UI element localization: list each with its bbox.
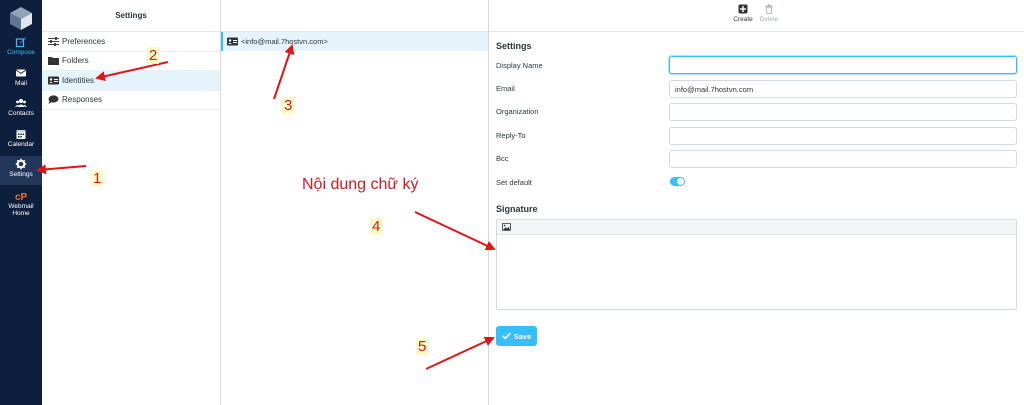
nav-webmail-label: Webmail xyxy=(8,203,34,210)
plus-square-icon xyxy=(738,4,748,14)
nav-settings-label: Settings xyxy=(9,171,33,178)
nav-mail[interactable]: Mail xyxy=(0,65,42,94)
nav-compose-label: Compose xyxy=(7,49,35,56)
contacts-icon xyxy=(15,97,27,109)
comment-icon xyxy=(48,95,59,105)
nav-home-label: Home xyxy=(12,210,30,217)
identity-row-label: <info@mail.7hostvn.com> xyxy=(241,37,328,46)
menu-item-responses-label: Responses xyxy=(62,95,103,104)
menu-item-folders[interactable]: Folders xyxy=(42,52,220,71)
menu-item-folders-label: Folders xyxy=(62,56,89,65)
nav-settings[interactable]: Settings xyxy=(0,156,42,185)
save-button-label: Save xyxy=(513,331,532,341)
delete-button[interactable]: Delete xyxy=(757,4,781,23)
settings-menu-panel: Settings Preferences Folders Identities … xyxy=(42,0,221,405)
sliders-icon xyxy=(48,36,59,46)
email-label: Email xyxy=(496,84,515,93)
annotation-number-5: 5 xyxy=(416,338,429,355)
organization-label: Organization xyxy=(496,107,539,116)
nav-contacts[interactable]: Contacts xyxy=(0,95,42,124)
toolbar: Create Delete xyxy=(489,0,1024,32)
settings-section-title: Settings xyxy=(496,41,532,51)
organization-input[interactable] xyxy=(669,103,1017,121)
id-card-icon xyxy=(48,76,59,85)
signature-editor[interactable] xyxy=(496,219,1017,310)
set-default-label: Set default xyxy=(496,178,532,187)
menu-item-preferences-label: Preferences xyxy=(62,36,106,46)
annotation-number-3: 3 xyxy=(282,97,295,114)
delete-button-label: Delete xyxy=(759,16,779,23)
display-name-label: Display Name xyxy=(496,61,543,70)
email-input[interactable] xyxy=(669,80,1017,98)
nav-contacts-label: Contacts xyxy=(8,110,34,117)
trash-icon xyxy=(765,4,773,14)
reply-to-label: Reply-To xyxy=(496,131,526,140)
bcc-label: Bcc xyxy=(496,154,509,163)
menu-item-identities-label: Identities xyxy=(62,75,95,85)
nav-compose[interactable]: Compose xyxy=(0,34,42,63)
gear-icon xyxy=(15,158,27,170)
svg-text:cP: cP xyxy=(15,192,27,202)
identities-list-panel: <info@mail.7hostvn.com> xyxy=(221,0,489,405)
id-card-icon xyxy=(227,37,238,46)
display-name-input[interactable] xyxy=(669,56,1017,74)
reply-to-input[interactable] xyxy=(669,127,1017,145)
create-button-label: Create xyxy=(733,16,753,23)
create-button[interactable]: Create xyxy=(731,4,755,23)
menu-item-identities[interactable]: Identities xyxy=(42,71,220,91)
nav-mail-label: Mail xyxy=(15,80,27,87)
annotation-number-2: 2 xyxy=(147,47,160,64)
annotation-number-1: 1 xyxy=(91,170,104,187)
identities-list-header xyxy=(221,0,488,32)
check-icon xyxy=(501,332,511,340)
identity-editor-panel: Create Delete Settings Display Name Emai… xyxy=(489,0,1024,405)
envelope-icon xyxy=(15,67,27,79)
bcc-input[interactable] xyxy=(669,150,1017,168)
menu-item-responses[interactable]: Responses xyxy=(42,91,220,110)
app-nav: Compose Mail Contacts Calendar Settings … xyxy=(0,0,42,405)
nav-calendar-label: Calendar xyxy=(7,141,35,148)
cpanel-icon: cP xyxy=(15,190,27,202)
save-button[interactable]: Save xyxy=(496,326,537,346)
calendar-icon xyxy=(15,128,27,140)
identity-row[interactable]: <info@mail.7hostvn.com> xyxy=(221,32,488,51)
nav-calendar[interactable]: Calendar xyxy=(0,126,42,155)
folder-icon xyxy=(48,57,59,66)
signature-toolbar xyxy=(497,220,1016,235)
annotation-number-4: 4 xyxy=(370,218,383,235)
settings-menu-title: Settings xyxy=(42,0,220,32)
annotation-signature-note: Nội dung chữ ký xyxy=(302,176,419,193)
compose-icon xyxy=(15,36,27,48)
image-icon[interactable] xyxy=(502,223,511,231)
set-default-toggle[interactable] xyxy=(670,177,685,186)
signature-section-title: Signature xyxy=(496,204,538,214)
menu-item-preferences[interactable]: Preferences xyxy=(42,32,220,52)
nav-webmail-home[interactable]: cP Webmail Home xyxy=(0,188,42,222)
roundcube-logo xyxy=(10,7,32,30)
